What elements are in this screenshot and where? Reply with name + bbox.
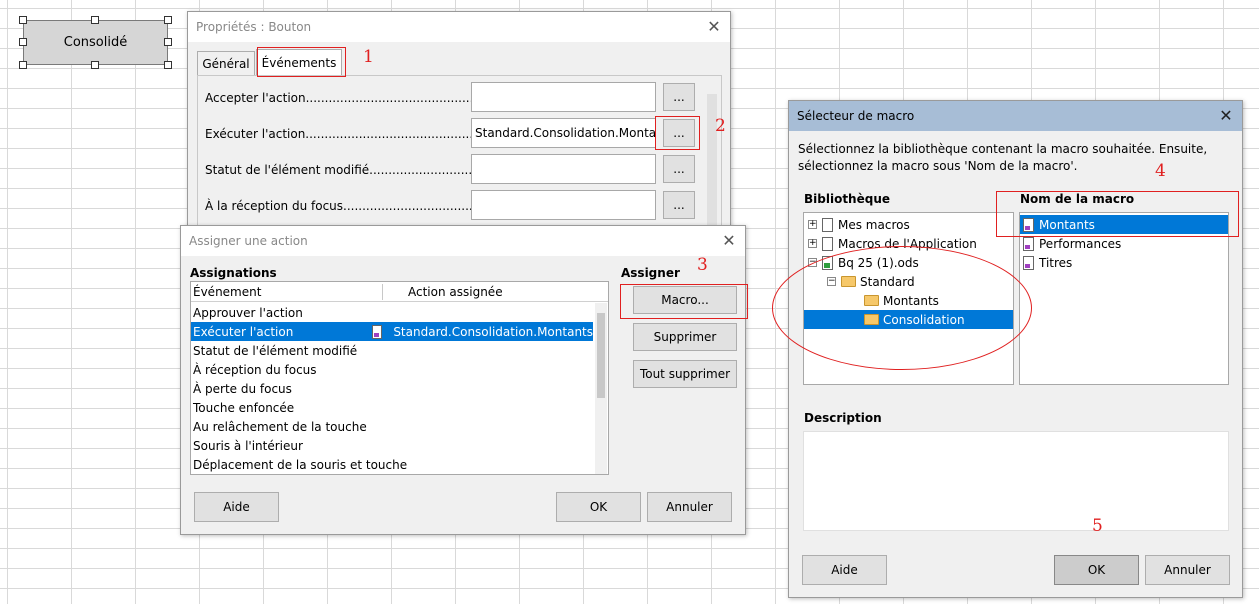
library-heading: Bibliothèque <box>804 192 891 206</box>
expand-icon[interactable]: + <box>808 220 817 229</box>
assigned-action-text: Standard.Consolidation.Montants <box>393 324 593 339</box>
event-name: Statut de l'élément modifié <box>193 343 358 358</box>
assignations-list[interactable]: Événement Action assignée Approuver l'ac… <box>190 281 609 475</box>
close-icon[interactable]: ✕ <box>721 233 737 249</box>
event-name: Exécuter l'action <box>193 324 294 339</box>
ok-button[interactable]: OK <box>556 492 641 522</box>
selection-handle[interactable] <box>91 61 99 69</box>
annotation-number-2: 2 <box>715 116 726 136</box>
macro-selector-titlebar: Sélecteur de macro ✕ <box>789 101 1242 131</box>
selection-handle[interactable] <box>19 16 27 24</box>
annotation-number-1: 1 <box>363 47 374 67</box>
event-name: Déplacement de la souris et touche <box>193 457 408 472</box>
column-divider <box>382 284 383 300</box>
focus-gained-field[interactable] <box>471 190 656 220</box>
list-item[interactable]: Approuver l'action <box>191 303 593 322</box>
expand-icon[interactable]: + <box>808 239 817 248</box>
ok-button[interactable]: OK <box>1054 555 1139 585</box>
assignations-heading: Assignations <box>190 266 277 280</box>
macro-label: Performances <box>1039 236 1122 251</box>
macro-label: Titres <box>1039 255 1073 270</box>
annotation-ellipse <box>772 246 1032 370</box>
selection-handle[interactable] <box>91 16 99 24</box>
list-item[interactable]: À perte du focus <box>191 379 593 398</box>
annotation-box-4 <box>996 191 1239 237</box>
annotation-number-5: 5 <box>1092 516 1103 536</box>
selection-handle[interactable] <box>164 61 172 69</box>
list-scrollbar[interactable] <box>595 303 607 474</box>
consolide-sheet-button[interactable]: Consolidé <box>23 20 168 65</box>
accept-action-field[interactable] <box>471 82 656 112</box>
annotation-box-1 <box>257 47 346 77</box>
status-changed-browse-button[interactable]: ... <box>663 155 695 183</box>
event-label-accept: Accepter l'action.......................… <box>205 91 516 105</box>
status-changed-field[interactable] <box>471 154 656 184</box>
focus-gained-browse-button[interactable]: ... <box>663 191 695 219</box>
cancel-button[interactable]: Annuler <box>1145 555 1230 585</box>
description-heading: Description <box>804 411 882 425</box>
list-item[interactable]: Au relâchement de la touche <box>191 417 593 436</box>
list-header: Événement Action assignée <box>191 282 608 302</box>
assign-heading: Assigner <box>621 266 680 280</box>
list-item[interactable]: Touche enfoncée <box>191 398 593 417</box>
list-item[interactable]: À réception du focus <box>191 360 593 379</box>
event-name: Souris à l'intérieur <box>193 438 303 453</box>
event-name: Au relâchement de la touche <box>193 419 367 434</box>
macro-library-icon <box>822 217 833 232</box>
tab-general-label: Général <box>202 56 250 71</box>
annotation-number-4: 4 <box>1155 161 1166 181</box>
col-action-header[interactable]: Action assignée <box>408 285 503 299</box>
macro-selector-title: Sélecteur de macro <box>797 109 915 123</box>
event-name: À réception du focus <box>193 362 317 377</box>
help-button[interactable]: Aide <box>802 555 887 585</box>
properties-titlebar: Propriétés : Bouton ✕ <box>188 12 730 42</box>
event-name: Touche enfoncée <box>193 400 295 415</box>
help-button[interactable]: Aide <box>194 492 279 522</box>
list-item[interactable]: Souris à l'intérieur <box>191 436 593 455</box>
event-label-execute: Exécuter l'action.......................… <box>205 127 516 141</box>
list-body: Approuver l'action Exécuter l'action Sta… <box>191 303 593 474</box>
macro-icon <box>1023 255 1034 270</box>
events-scrollbar[interactable] <box>707 94 717 232</box>
annotation-box-2 <box>655 116 700 150</box>
assign-title: Assigner une action <box>189 234 308 248</box>
list-item[interactable]: Statut de l'élément modifié <box>191 341 593 360</box>
list-item-selected[interactable]: Exécuter l'action Standard.Consolidation… <box>191 322 593 341</box>
macro-library-icon <box>822 236 833 251</box>
selection-handle[interactable] <box>164 38 172 46</box>
remove-button[interactable]: Supprimer <box>633 323 737 351</box>
cancel-button[interactable]: Annuler <box>647 492 732 522</box>
macro-name-list[interactable]: Montants Performances Titres <box>1019 212 1229 385</box>
assign-titlebar: Assigner une action ✕ <box>181 226 745 256</box>
macro-icon <box>371 324 383 339</box>
selection-handle[interactable] <box>164 16 172 24</box>
close-icon[interactable]: ✕ <box>1218 108 1234 124</box>
properties-title: Propriétés : Bouton <box>196 20 312 34</box>
event-label-focus-gained: À la réception du focus.................… <box>205 199 515 213</box>
assign-action-dialog: Assigner une action ✕ Assignations Événe… <box>180 225 746 535</box>
tree-label: Mes macros <box>838 217 910 232</box>
accept-action-browse-button[interactable]: ... <box>663 83 695 111</box>
remove-all-button[interactable]: Tout supprimer <box>633 360 737 388</box>
properties-dialog: Propriétés : Bouton ✕ Général Événements… <box>187 11 731 232</box>
tab-general[interactable]: Général <box>197 51 255 75</box>
close-icon[interactable]: ✕ <box>706 19 722 35</box>
execute-action-field[interactable]: Standard.Consolidation.Montants <box>471 118 656 148</box>
macro-item-titres[interactable]: Titres <box>1020 253 1228 272</box>
selection-handle[interactable] <box>19 61 27 69</box>
annotation-box-3 <box>620 284 748 319</box>
tree-item-my-macros[interactable]: + Mes macros <box>804 215 1013 234</box>
sheet-button-label: Consolidé <box>63 35 128 50</box>
instructions-text: Sélectionnez la bibliothèque contenant l… <box>798 142 1208 173</box>
list-item[interactable]: Déplacement de la souris et touche <box>191 455 593 474</box>
event-name: À perte du focus <box>193 381 292 396</box>
description-box <box>803 431 1229 531</box>
scrollbar-thumb[interactable] <box>597 313 605 398</box>
col-event-header[interactable]: Événement <box>193 285 261 299</box>
annotation-number-3: 3 <box>697 255 708 275</box>
selection-handle[interactable] <box>19 38 27 46</box>
event-name: Approuver l'action <box>193 305 303 320</box>
macro-icon <box>1023 236 1034 251</box>
